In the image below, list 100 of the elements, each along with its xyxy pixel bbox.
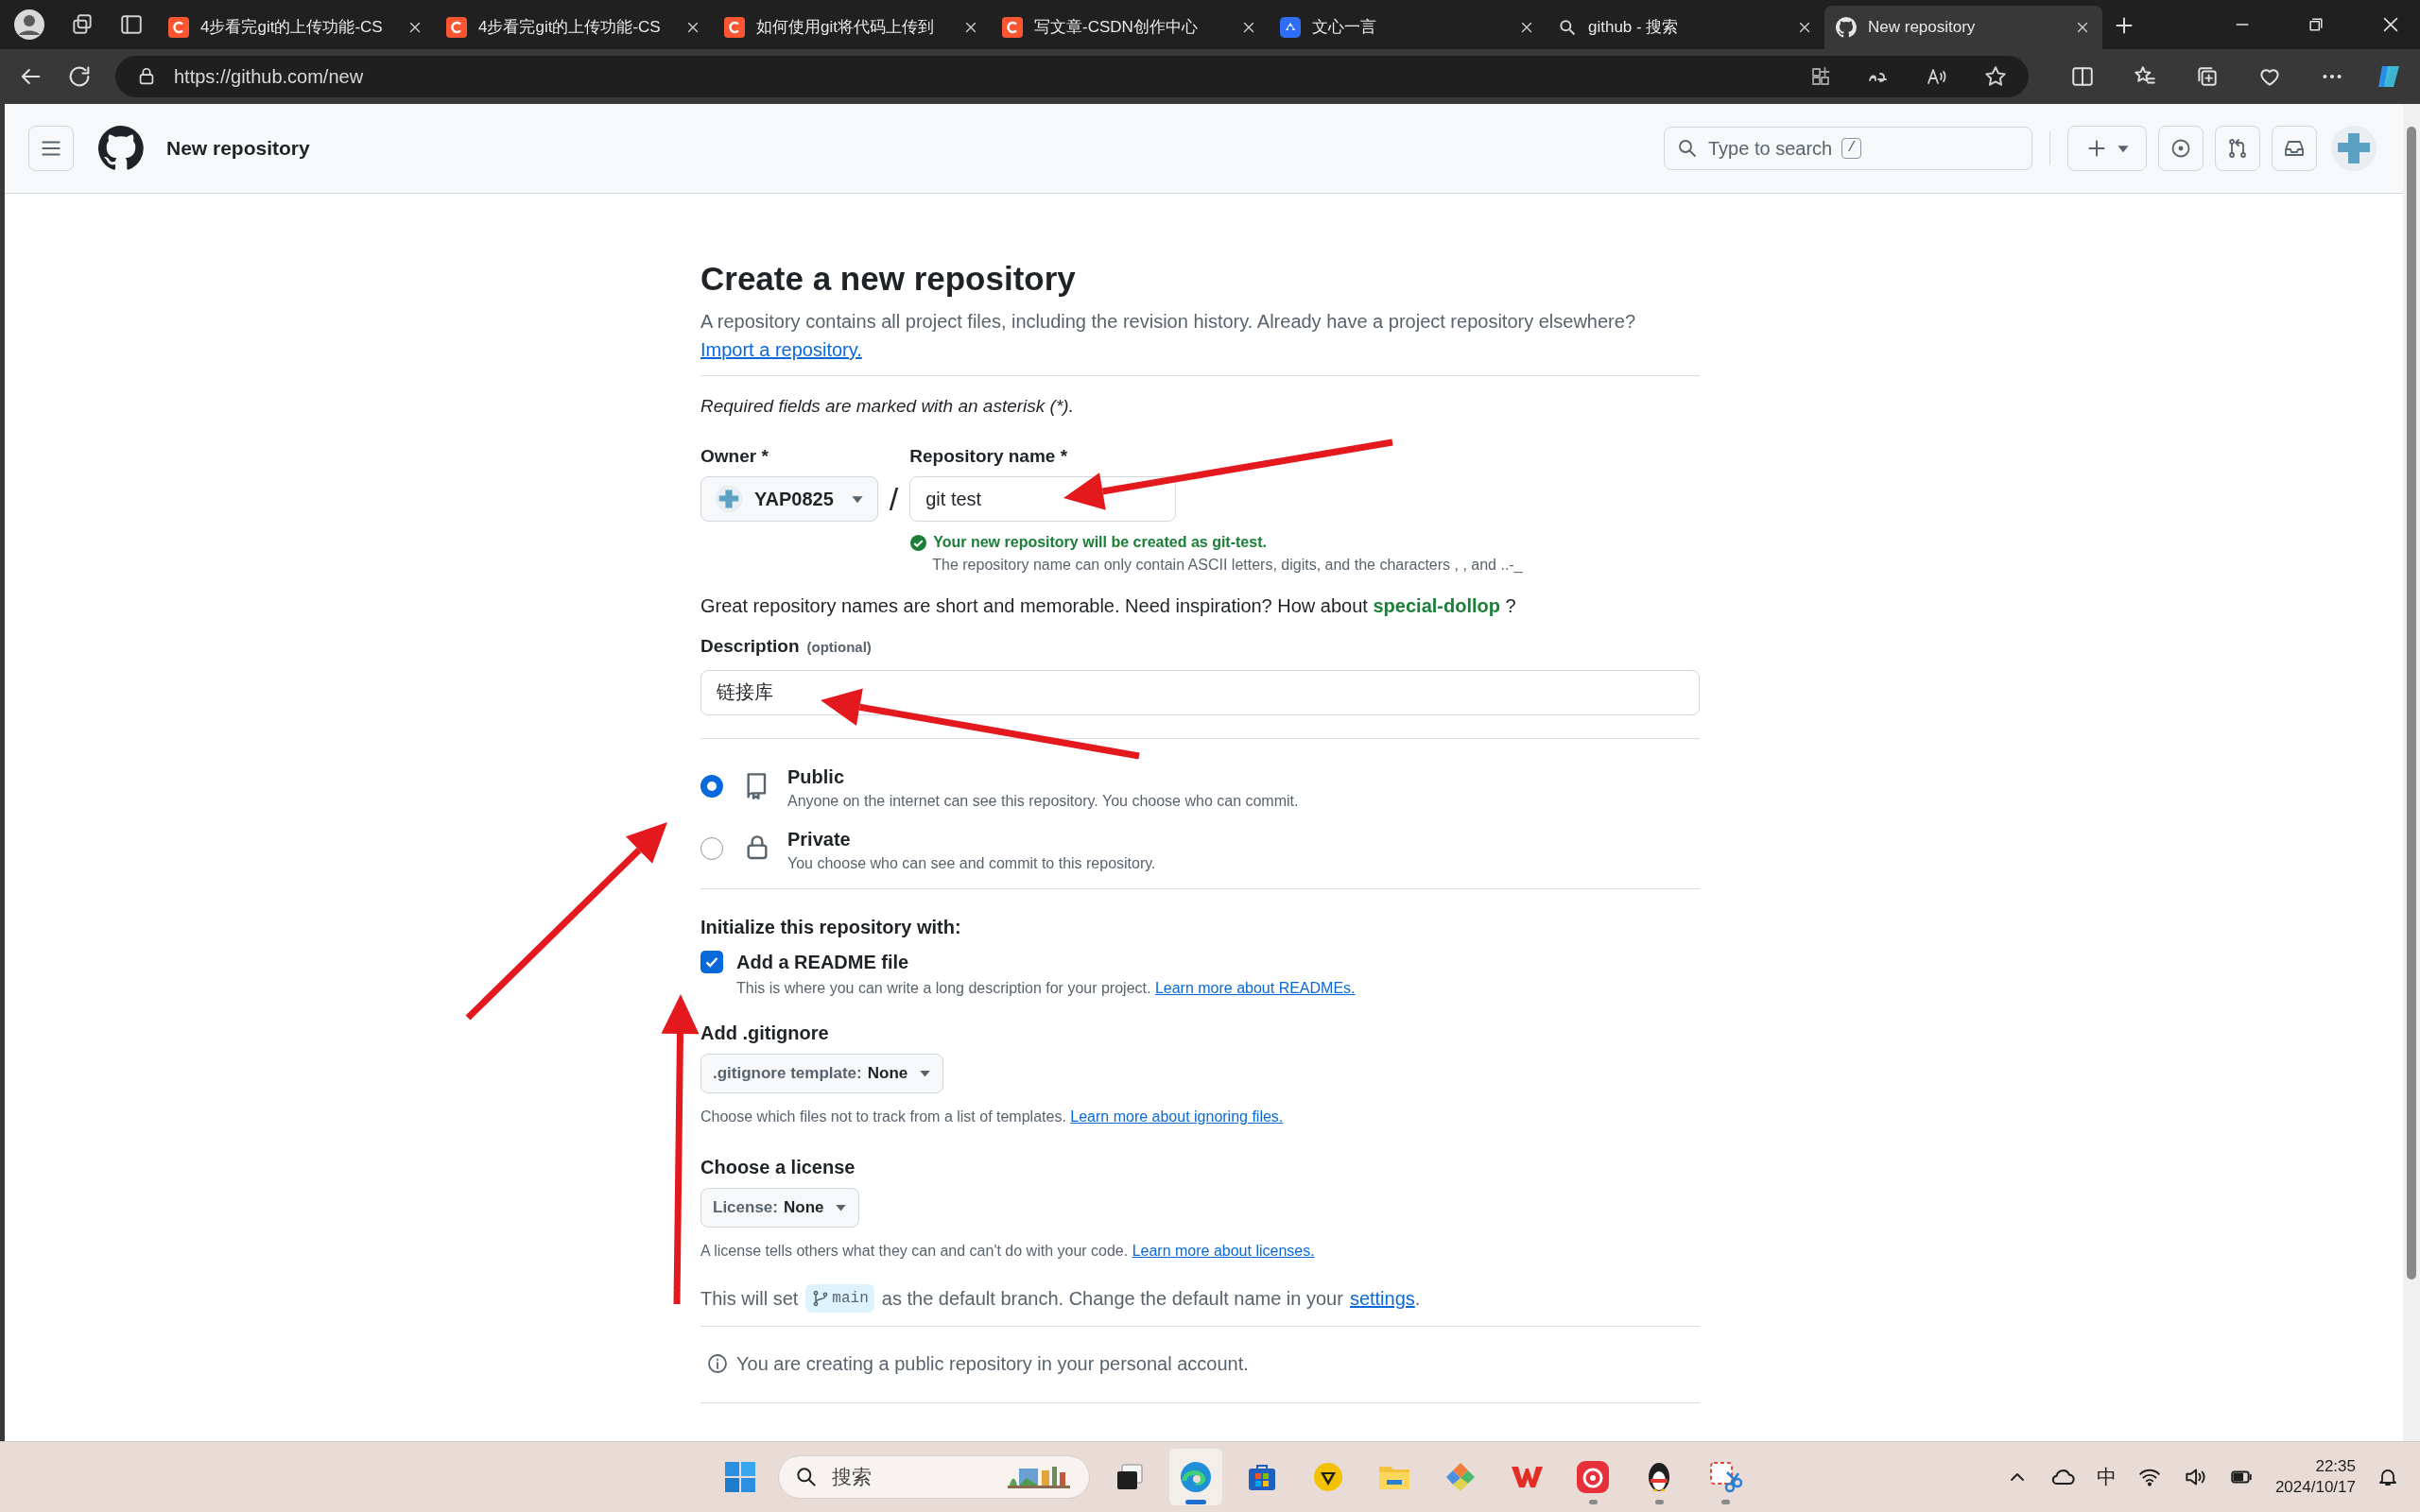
learn-more-link[interactable]: Learn more about ignoring files.: [1070, 1108, 1284, 1125]
required-note: Required fields are marked with an asterisk (*).: [700, 395, 1075, 418]
taskbar-search[interactable]: 搜索: [778, 1455, 1090, 1499]
c-logo-icon: [1002, 17, 1023, 38]
octocat-icon: [1836, 17, 1857, 38]
radio-button[interactable]: [700, 774, 723, 798]
inbox-button[interactable]: [2272, 126, 2317, 171]
period: .: [1414, 1286, 1421, 1311]
field-label: Description: [700, 635, 800, 658]
octocat-logo-icon[interactable]: [98, 126, 144, 171]
checkbox-label: Add a README file: [736, 950, 909, 974]
option-description: Anyone on the internet can see this repository. You choose who can commit.: [787, 791, 1299, 811]
description-field[interactable]: 链接库: [700, 669, 1700, 715]
collections-icon[interactable]: [2195, 64, 2220, 89]
tab-title: github - 搜索: [1588, 17, 1680, 39]
section-heading: Choose a license: [700, 1155, 856, 1179]
favorite-star-icon[interactable]: [1983, 64, 2008, 89]
option-label: Public: [787, 765, 845, 789]
optional-hint: (optional): [806, 638, 872, 657]
workspaces-icon[interactable]: [70, 12, 95, 37]
tab-title: 文心一言: [1312, 17, 1377, 39]
import-link[interactable]: Import a repository.: [700, 335, 862, 364]
help-text: The repository name can only contain ASCII letters, digits, and the characters , , and ..-_: [931, 556, 1523, 575]
question-mark: ?: [1505, 595, 1516, 616]
profile-icon[interactable]: [13, 9, 45, 41]
diamond-app-icon: [1443, 1460, 1478, 1494]
path-separator: /: [889, 480, 899, 519]
heading: Create a new repository: [700, 259, 1077, 299]
availability-message: Your new repository will be created as git-test.: [933, 533, 1267, 552]
search-icon: [794, 1465, 819, 1489]
section-heading: Initialize this repository with:: [700, 915, 962, 939]
search-icon: [1558, 18, 1577, 37]
issues-button[interactable]: [2158, 126, 2204, 171]
settings-link[interactable]: settings: [1349, 1283, 1415, 1313]
branch-text: as the default branch. Change the default name in your: [881, 1286, 1343, 1311]
running-indicator: [1185, 1500, 1206, 1504]
option-description: You choose who can see and commit to this repository.: [787, 853, 1156, 873]
search-placeholder: 搜索: [832, 1465, 872, 1490]
browser-tab[interactable]: 写文章-CSDN创作中心: [991, 6, 1269, 49]
task-view-icon: [1115, 1462, 1145, 1492]
section-heading: Add .gitignore: [700, 1021, 830, 1045]
pull-requests-button[interactable]: [2215, 126, 2260, 171]
tab-title: 4步看完git的上传功能-CS: [478, 17, 662, 39]
cube-logo-icon: [1280, 17, 1301, 38]
c-logo-icon: [724, 17, 745, 38]
option-label: Private: [787, 827, 852, 851]
running-indicator: [1588, 1500, 1598, 1504]
split-screen-icon[interactable]: [2070, 64, 2095, 89]
clock[interactable]: 22:35 2024/10/17: [2274, 1456, 2356, 1498]
avatar-icon: [715, 485, 743, 513]
browser-tab[interactable]: 文心一言: [1269, 6, 1547, 49]
address-bar[interactable]: https://github.com/new: [115, 56, 2029, 97]
field-label: Repository name *: [909, 445, 1069, 468]
tab-title: 4步看完git的上传功能-CS: [200, 17, 384, 39]
help-text: This is where you can write a long description for your project.: [736, 979, 1151, 996]
template-dropdown[interactable]: .gitignore template: None: [700, 1053, 944, 1093]
c-logo-icon: [446, 17, 467, 38]
browser-tab[interactable]: 4步看完git的上传功能-CS: [157, 6, 435, 49]
browser-tab[interactable]: New repository: [1824, 6, 2102, 49]
owner-dropdown[interactable]: YAP0825: [700, 476, 878, 522]
tab-title: New repository: [1868, 17, 1977, 39]
c-logo-icon: [168, 17, 189, 38]
tab-title: 写文章-CSDN创作中心: [1034, 17, 1199, 39]
pull-request-icon: [2226, 137, 2249, 160]
suggestion-link[interactable]: special-dollop: [1373, 595, 1500, 616]
tab-title: 如何使用git将代码上传到: [756, 17, 935, 39]
branch-text: This will set: [700, 1286, 799, 1311]
restore-icon[interactable]: [2307, 15, 2325, 34]
search-placeholder: Type to search: [1708, 137, 1833, 161]
branch-label: main: [805, 1283, 874, 1313]
check-circle-icon: [909, 533, 928, 552]
apps-icon[interactable]: [1809, 65, 1832, 88]
browser-tab[interactable]: 如何使用git将代码上传到: [713, 6, 991, 49]
field-label: Owner *: [700, 445, 769, 468]
browser-tab[interactable]: github - 搜索: [1547, 6, 1824, 49]
search-field[interactable]: Type to search /: [1664, 127, 2032, 170]
scrollbar-thumb[interactable]: [2407, 127, 2416, 1280]
browser-tab[interactable]: 4步看完git的上传功能-CS: [435, 6, 713, 49]
issue-circle-icon: [2169, 137, 2192, 160]
music-app-icon: [1576, 1460, 1610, 1494]
search-icon: [1676, 137, 1699, 160]
avatar-icon[interactable]: [2330, 125, 2377, 172]
learn-more-link[interactable]: Learn more about licenses.: [1132, 1242, 1315, 1259]
repository-name-field[interactable]: git test: [909, 476, 1177, 522]
running-indicator: [1654, 1500, 1664, 1504]
template-dropdown[interactable]: License: None: [700, 1187, 860, 1228]
info-icon: [706, 1351, 729, 1375]
input-method-indicator[interactable]: 中: [2096, 1462, 2117, 1492]
menu-button[interactable]: [28, 126, 74, 171]
intro-text: A repository contains all project files, including the revision history. Already have a project repository elsewhere?: [700, 310, 1637, 334]
shortcut-key: /: [1841, 138, 1862, 159]
learn-more-link[interactable]: Learn more about READMEs.: [1154, 979, 1356, 996]
radio-button[interactable]: [700, 836, 723, 860]
inspiration-text: Great repository names are short and memorable. Need inspiration? How about: [700, 595, 1368, 616]
scissors-icon: [1708, 1460, 1742, 1494]
create-new-button[interactable]: [2067, 126, 2147, 171]
page-title: New repository: [166, 136, 310, 162]
tab-actions-icon[interactable]: [119, 12, 144, 37]
checkbox[interactable]: [700, 950, 723, 973]
notice-text: You are creating a public repository in your personal account.: [736, 1351, 1249, 1376]
